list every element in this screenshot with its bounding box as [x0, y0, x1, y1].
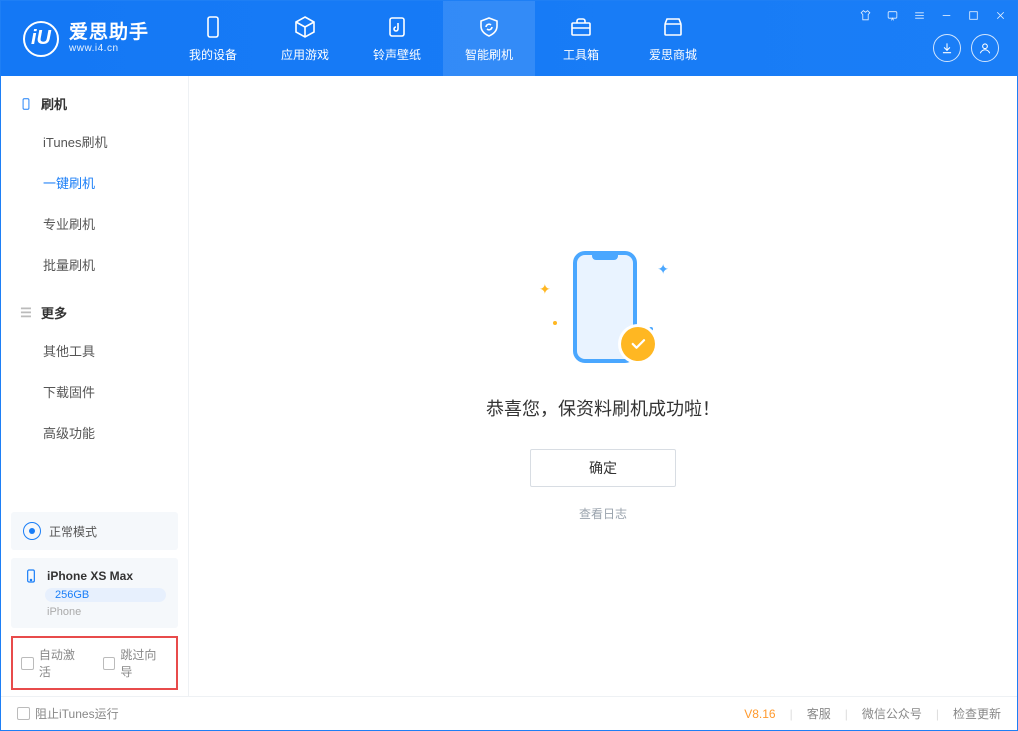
ok-button[interactable]: 确定: [530, 449, 676, 487]
title-bar: iU 爱思助手 www.i4.cn 我的设备 应用游戏 铃声壁纸 智能刷机 工具…: [1, 1, 1017, 76]
checkbox-icon: [103, 657, 116, 670]
sidebar-item-pro-flash[interactable]: 专业刷机: [1, 203, 188, 244]
version-label: V8.16: [744, 707, 775, 721]
checkbox-icon: [21, 657, 34, 670]
store-icon: [660, 14, 686, 40]
logo-icon: iU: [23, 21, 59, 57]
main-content: ✦ ✦ 恭喜您，保资料刷机成功啦！ 确定 查看日志: [189, 76, 1017, 696]
success-illustration: ✦ ✦: [533, 251, 673, 371]
checkbox-label: 自动激活: [39, 646, 87, 680]
window-controls: [859, 9, 1007, 25]
tab-label: 铃声壁纸: [373, 46, 421, 63]
check-badge-icon: [621, 327, 655, 361]
support-link[interactable]: 客服: [807, 705, 831, 722]
tab-label: 工具箱: [563, 46, 599, 63]
checkbox-label: 跳过向导: [120, 646, 168, 680]
sidebar-section-label: 更多: [41, 303, 67, 322]
tab-smart-flash[interactable]: 智能刷机: [443, 1, 535, 76]
sidebar-section-label: 刷机: [41, 94, 67, 113]
feedback-icon[interactable]: [886, 9, 899, 25]
tab-label: 智能刷机: [465, 46, 513, 63]
shield-refresh-icon: [476, 14, 502, 40]
view-log-link[interactable]: 查看日志: [579, 505, 627, 522]
dot-icon: [649, 327, 653, 331]
checkbox-block-itunes[interactable]: 阻止iTunes运行: [17, 705, 119, 722]
device-phone-icon: [23, 568, 39, 584]
checkbox-label: 阻止iTunes运行: [35, 705, 119, 722]
tab-label: 爱思商城: [649, 46, 697, 63]
account-button[interactable]: [971, 34, 999, 62]
sidebar-item-oneclick-flash[interactable]: 一键刷机: [1, 162, 188, 203]
flash-options-highlight: 自动激活 跳过向导: [11, 636, 178, 690]
tab-toolbox[interactable]: 工具箱: [535, 1, 627, 76]
tab-my-device[interactable]: 我的设备: [167, 1, 259, 76]
device-card[interactable]: iPhone XS Max 256GB iPhone: [11, 558, 178, 628]
sidebar-section-more: ☰ 更多: [1, 285, 188, 330]
maximize-icon[interactable]: [967, 9, 980, 25]
checkbox-icon: [17, 707, 30, 720]
tab-ringtones[interactable]: 铃声壁纸: [351, 1, 443, 76]
more-icon: ☰: [19, 306, 33, 320]
mode-status-label: 正常模式: [49, 523, 97, 540]
mode-status-card[interactable]: 正常模式: [11, 512, 178, 550]
tab-label: 应用游戏: [281, 46, 329, 63]
sparkle-icon: ✦: [539, 281, 551, 298]
checkbox-auto-activate[interactable]: 自动激活: [21, 646, 87, 680]
device-flash-icon: [19, 97, 33, 111]
tab-store[interactable]: 爱思商城: [627, 1, 719, 76]
tab-apps-games[interactable]: 应用游戏: [259, 1, 351, 76]
sidebar-item-other-tools[interactable]: 其他工具: [1, 330, 188, 371]
device-type: iPhone: [47, 606, 166, 618]
sidebar-item-advanced[interactable]: 高级功能: [1, 412, 188, 453]
titlebar-round-buttons: [933, 34, 999, 62]
separator: |: [790, 707, 793, 721]
separator: |: [936, 707, 939, 721]
app-url: www.i4.cn: [69, 43, 149, 54]
sparkle-icon: ✦: [657, 261, 669, 278]
cube-icon: [292, 14, 318, 40]
checkbox-skip-guide[interactable]: 跳过向导: [103, 646, 169, 680]
app-name: 爱思助手: [69, 23, 149, 44]
toolbox-icon: [568, 14, 594, 40]
tab-label: 我的设备: [189, 46, 237, 63]
close-icon[interactable]: [994, 9, 1007, 25]
skin-icon[interactable]: [859, 9, 872, 25]
wechat-link[interactable]: 微信公众号: [862, 705, 922, 722]
success-message: 恭喜您，保资料刷机成功啦！: [486, 395, 720, 421]
device-name: iPhone XS Max: [47, 569, 133, 583]
download-button[interactable]: [933, 34, 961, 62]
sidebar-item-download-firmware[interactable]: 下载固件: [1, 371, 188, 412]
status-dot-icon: [23, 522, 41, 540]
minimize-icon[interactable]: [940, 9, 953, 25]
device-storage-badge: 256GB: [45, 588, 166, 602]
sidebar-section-flash: 刷机: [1, 76, 188, 121]
sidebar: 刷机 iTunes刷机 一键刷机 专业刷机 批量刷机 ☰ 更多 其他工具 下载固…: [1, 76, 189, 696]
dot-icon: [553, 321, 557, 325]
menu-icon[interactable]: [913, 9, 926, 25]
check-update-link[interactable]: 检查更新: [953, 705, 1001, 722]
sidebar-item-batch-flash[interactable]: 批量刷机: [1, 244, 188, 285]
main-tabs: 我的设备 应用游戏 铃声壁纸 智能刷机 工具箱 爱思商城: [167, 1, 719, 76]
music-file-icon: [384, 14, 410, 40]
app-logo: iU 爱思助手 www.i4.cn: [1, 21, 167, 57]
separator: |: [845, 707, 848, 721]
sidebar-item-itunes-flash[interactable]: iTunes刷机: [1, 121, 188, 162]
phone-icon: [200, 14, 226, 40]
status-bar: 阻止iTunes运行 V8.16 | 客服 | 微信公众号 | 检查更新: [1, 696, 1017, 730]
